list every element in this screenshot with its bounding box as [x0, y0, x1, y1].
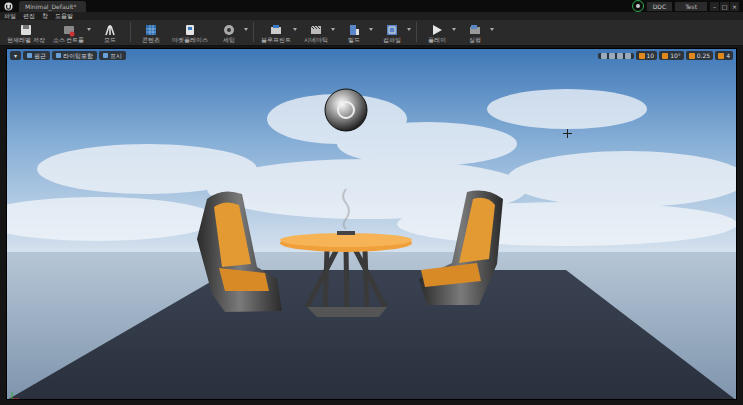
menu-item[interactable]: 파일: [4, 12, 16, 20]
toolbar-separator: [253, 22, 254, 42]
modes-icon: [103, 22, 117, 36]
view-mode-icon: [103, 53, 108, 58]
viewport-toolbar: ▾ 원근 라이팅포함 표시 10 10° 0.25 4: [7, 51, 736, 60]
toolbar-button[interactable]: 마켓플레이스: [169, 22, 211, 44]
play-icon: [430, 22, 444, 36]
crosshair-icon: [563, 129, 572, 138]
snap-controls: 10 10° 0.25 4: [598, 51, 733, 60]
toolbar-label: 현재레벨 저장: [7, 36, 45, 44]
menu-item[interactable]: 도움말: [55, 12, 73, 20]
axis-gizmo-icon: [10, 386, 20, 396]
toolbar-label: 모드: [104, 36, 116, 44]
menu-item[interactable]: 편집: [23, 12, 35, 20]
source-control-icon: [62, 22, 76, 36]
connection-icon[interactable]: [632, 0, 644, 12]
transform-tool-icon[interactable]: [617, 53, 623, 59]
transform-tool-icon[interactable]: [609, 53, 615, 59]
snap-icon: [718, 53, 724, 59]
snap-icon: [639, 53, 645, 59]
window-controls: –□×: [710, 2, 739, 11]
snap-label: 10: [647, 51, 655, 60]
viewport-button-label: 원근: [34, 51, 46, 60]
rotation-snap-value[interactable]: 10°: [659, 51, 684, 60]
toolbar-button[interactable]: 현재레벨 저장: [4, 22, 48, 44]
snap-icon: [689, 53, 695, 59]
content-icon: [144, 22, 158, 36]
toolbar-button[interactable]: 실행: [459, 22, 495, 44]
close-button[interactable]: ×: [730, 2, 739, 11]
toolbar-label: 블루프린트: [261, 36, 291, 44]
viewport-button-label: 라이팅포함: [63, 51, 93, 60]
launch-icon: [468, 22, 482, 36]
scene-render[interactable]: [7, 49, 736, 400]
viewport-button-label: 표시: [110, 51, 122, 60]
document-tab[interactable]: Minimal_Default*: [19, 1, 86, 12]
snap-icon: [662, 53, 668, 59]
blueprint-icon: [269, 22, 283, 36]
toolbar-label: 실행: [469, 36, 481, 44]
scale-snap-value[interactable]: 0.25: [686, 51, 713, 60]
toolbar-button[interactable]: 컴파일: [376, 22, 412, 44]
save-icon: [19, 22, 33, 36]
project-name: Test: [675, 2, 707, 11]
show-button[interactable]: 표시: [99, 51, 126, 60]
toolbar-label: 마켓플레이스: [172, 36, 208, 44]
toolbar-separator: [130, 22, 131, 42]
toolbar-label: 플레이: [428, 36, 446, 44]
toolbar-separator: [416, 22, 417, 42]
perspective-button[interactable]: 원근: [23, 51, 50, 60]
level-viewport[interactable]: ▾ 원근 라이팅포함 표시 10 10° 0.25 4: [6, 48, 737, 400]
unreal-logo-icon: [4, 2, 13, 11]
maximize-button[interactable]: □: [720, 2, 729, 11]
toolbar-label: 컴파일: [383, 36, 401, 44]
title-bar: Minimal_Default* DDCTest–□×: [0, 0, 743, 12]
view-mode-icon: [56, 53, 61, 58]
toolbar-button[interactable]: 블루프린트: [258, 22, 298, 44]
cinematics-icon: [309, 22, 323, 36]
snap-label: 0.25: [697, 51, 710, 60]
toolbar-label: 빌드: [348, 36, 360, 44]
snap-label: 4: [726, 51, 730, 60]
toolbar-button[interactable]: 모드: [94, 22, 126, 44]
transform-tools: [598, 53, 634, 59]
viewport-button-label: ▾: [14, 51, 17, 60]
build-icon: [347, 22, 361, 36]
toolbar-button[interactable]: 시네마틱: [300, 22, 336, 44]
status-area: DDCTest–□×: [632, 0, 739, 12]
marketplace-icon: [183, 22, 197, 36]
toolbar-label: 콘텐츠: [142, 36, 160, 44]
compile-icon: [385, 22, 399, 36]
toolbar-button[interactable]: 빌드: [338, 22, 374, 44]
toolbar-button[interactable]: 세팅: [213, 22, 249, 44]
viewport-options-button[interactable]: ▾: [10, 51, 21, 60]
viewport-panel: ▾ 원근 라이팅포함 표시 10 10° 0.25 4: [0, 46, 743, 405]
toolbar-button[interactable]: 소스 컨트롤: [50, 22, 92, 44]
main-toolbar: 현재레벨 저장 소스 컨트롤 모드 콘텐츠 마켓플레이스 세팅 블루프린트 시네마틱 빌드 컴파일…: [0, 20, 743, 46]
toolbar-label: 소스 컨트롤: [53, 36, 85, 44]
lighting-mode-button[interactable]: 라이팅포함: [52, 51, 97, 60]
camera-speed-value[interactable]: 4: [715, 51, 733, 60]
snap-label: 10°: [670, 51, 681, 60]
minimize-button[interactable]: –: [710, 2, 719, 11]
transform-tool-icon[interactable]: [625, 53, 631, 59]
menu-bar: 파일 편집 창 도움말: [0, 12, 743, 20]
toolbar-label: 시네마틱: [304, 36, 328, 44]
transform-tool-icon[interactable]: [601, 53, 607, 59]
menu-item[interactable]: 창: [42, 12, 48, 20]
settings-icon: [222, 22, 236, 36]
ddc-badge[interactable]: DDC: [647, 2, 672, 11]
toolbar-button[interactable]: 콘텐츠: [135, 22, 167, 44]
view-mode-icon: [27, 53, 32, 58]
grid-snap-value[interactable]: 10: [636, 51, 658, 60]
toolbar-button[interactable]: 플레이: [421, 22, 457, 44]
toolbar-label: 세팅: [223, 36, 235, 44]
